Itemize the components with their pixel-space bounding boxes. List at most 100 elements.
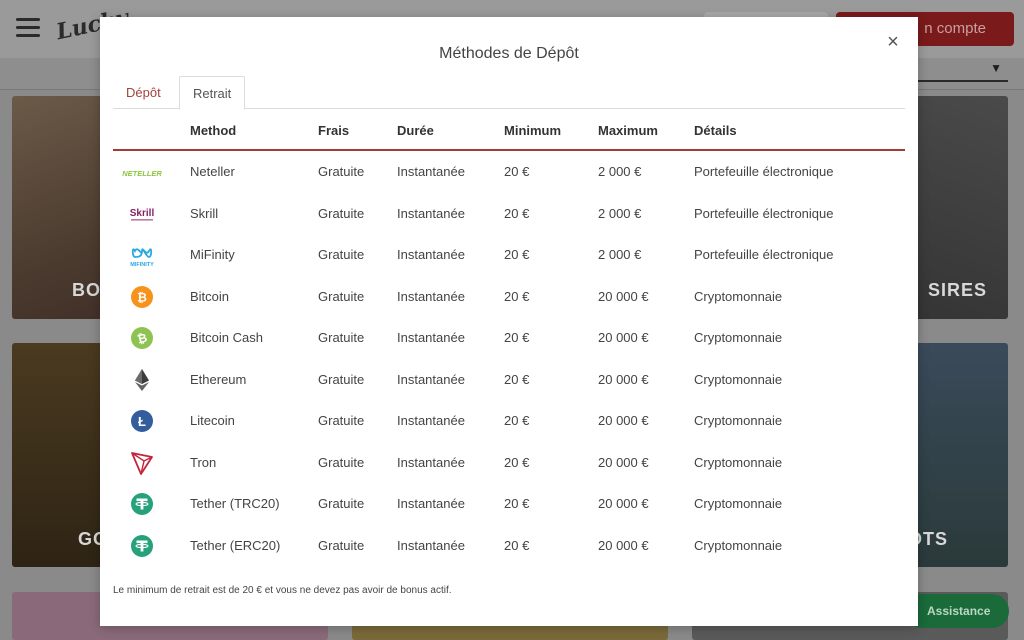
method-maximum: 20 000 €: [598, 288, 649, 304]
tab-depot[interactable]: Dépôt: [113, 76, 174, 109]
table-row: Tron Gratuite Instantanée 20 € 20 000 € …: [113, 442, 905, 484]
header-minimum: Minimum: [504, 123, 562, 138]
method-fees: Gratuite: [318, 454, 365, 470]
filter-select[interactable]: ▼: [918, 58, 1008, 82]
method-minimum: 20 €: [504, 288, 530, 304]
method-name: Tether (ERC20): [190, 537, 281, 553]
ethereum-icon: [122, 367, 162, 393]
method-duration: Instantanée: [397, 164, 465, 179]
method-maximum: 2 000 €: [598, 247, 642, 262]
method-minimum: 20 €: [504, 205, 530, 221]
header-maximum: Maximum: [598, 123, 658, 138]
header-frais: Frais: [318, 123, 350, 138]
bitcoin-cash-icon: ₿: [122, 325, 162, 351]
tether-icon: [122, 491, 162, 517]
skrill-icon: Skrill: [122, 201, 162, 227]
payment-methods-modal: Méthodes de Dépôt × Dépôt Retrait Method…: [100, 17, 918, 626]
method-details: Cryptomonnaie: [694, 371, 783, 387]
method-duration: Instantanée: [397, 537, 465, 553]
method-fees: Gratuite: [318, 205, 365, 221]
method-minimum: 20 €: [504, 330, 530, 345]
header-method: Method: [190, 123, 237, 138]
method-details: Cryptomonnaie: [694, 537, 783, 553]
table-row: NETELLER Neteller Gratuite Instantanée 2…: [113, 151, 905, 193]
header-duree: Durée: [397, 123, 434, 138]
svg-text:Skrill: Skrill: [130, 208, 155, 219]
method-maximum: 20 000 €: [598, 454, 649, 470]
method-maximum: 20 000 €: [598, 537, 649, 553]
method-fees: Gratuite: [318, 247, 365, 262]
method-name: Bitcoin Cash: [190, 330, 263, 345]
method-minimum: 20 €: [504, 164, 530, 179]
method-duration: Instantanée: [397, 205, 465, 221]
menu-icon[interactable]: [16, 18, 40, 38]
method-duration: Instantanée: [397, 288, 465, 304]
method-fees: Gratuite: [318, 164, 365, 179]
method-fees: Gratuite: [318, 537, 365, 553]
method-duration: Instantanée: [397, 247, 465, 262]
svg-text:Ł: Ł: [138, 414, 146, 429]
header-details: Détails: [694, 123, 737, 138]
method-details: Portefeuille électronique: [694, 164, 834, 179]
method-details: Cryptomonnaie: [694, 330, 783, 345]
svg-text:₿: ₿: [137, 290, 147, 304]
tron-icon: [122, 450, 162, 476]
promo-tile-label: SIRES: [928, 280, 988, 300]
method-minimum: 20 €: [504, 454, 530, 470]
table-body: NETELLER Neteller Gratuite Instantanée 2…: [113, 151, 905, 566]
modal-title: Méthodes de Dépôt: [439, 45, 579, 62]
tab-retrait[interactable]: Retrait: [179, 76, 246, 110]
method-duration: Instantanée: [397, 371, 465, 387]
method-fees: Gratuite: [318, 371, 365, 387]
table-row: ₿ Bitcoin Gratuite Instantanée 20 € 20 0…: [113, 276, 905, 318]
method-duration: Instantanée: [397, 496, 465, 511]
method-details: Cryptomonnaie: [694, 454, 783, 470]
assistance-button[interactable]: Assistance: [905, 594, 1009, 628]
method-duration: Instantanée: [397, 330, 465, 345]
method-fees: Gratuite: [318, 330, 365, 345]
method-details: Portefeuille électronique: [694, 205, 834, 221]
method-name: Neteller: [190, 164, 235, 179]
method-minimum: 20 €: [504, 371, 530, 387]
svg-text:NETELLER: NETELLER: [122, 169, 162, 178]
method-name: Tron: [190, 454, 217, 470]
mifinity-icon: MIFINITY: [122, 242, 162, 268]
method-details: Cryptomonnaie: [694, 413, 783, 428]
method-name: Litecoin: [190, 413, 235, 428]
method-details: Cryptomonnaie: [694, 496, 783, 511]
methods-table: Method Frais Durée Minimum Maximum Détai…: [113, 109, 905, 566]
close-icon[interactable]: ×: [882, 31, 904, 53]
svg-text:MIFINITY: MIFINITY: [130, 262, 154, 268]
method-name: Skrill: [190, 205, 219, 221]
withdrawal-note: Le minimum de retrait est de 20 € et vou…: [113, 585, 452, 596]
method-details: Portefeuille électronique: [694, 247, 834, 262]
method-minimum: 20 €: [504, 413, 530, 428]
method-fees: Gratuite: [318, 413, 365, 428]
table-row: Skrill Skrill Gratuite Instantanée 20 € …: [113, 193, 905, 235]
method-name: MiFinity: [190, 247, 235, 262]
method-maximum: 20 000 €: [598, 496, 649, 511]
table-row: Ethereum Gratuite Instantanée 20 € 20 00…: [113, 359, 905, 401]
method-minimum: 20 €: [504, 537, 530, 553]
method-details: Cryptomonnaie: [694, 288, 783, 304]
method-name: Tether (TRC20): [190, 496, 280, 511]
method-maximum: 20 000 €: [598, 330, 649, 345]
method-duration: Instantanée: [397, 454, 465, 470]
method-maximum: 20 000 €: [598, 413, 649, 428]
caret-down-icon: ▼: [990, 61, 1002, 75]
method-maximum: 2 000 €: [598, 164, 642, 179]
method-duration: Instantanée: [397, 413, 465, 428]
method-name: Ethereum: [190, 371, 247, 387]
promo-tile-label: BO: [72, 280, 101, 300]
table-row: ₿ Bitcoin Cash Gratuite Instantanée 20 €…: [113, 317, 905, 359]
method-maximum: 20 000 €: [598, 371, 649, 387]
litecoin-icon: Ł: [122, 408, 162, 434]
method-name: Bitcoin: [190, 288, 230, 304]
table-row: Tether (TRC20) Gratuite Instantanée 20 €…: [113, 483, 905, 525]
bitcoin-icon: ₿: [122, 284, 162, 310]
tab-bar: Dépôt Retrait: [113, 76, 905, 110]
assistance-label: Assistance: [927, 604, 991, 618]
neteller-icon: NETELLER: [122, 159, 162, 185]
table-header: Method Frais Durée Minimum Maximum Détai…: [113, 109, 905, 151]
table-row: MIFINITY MiFinity Gratuite Instantanée 2…: [113, 234, 905, 276]
